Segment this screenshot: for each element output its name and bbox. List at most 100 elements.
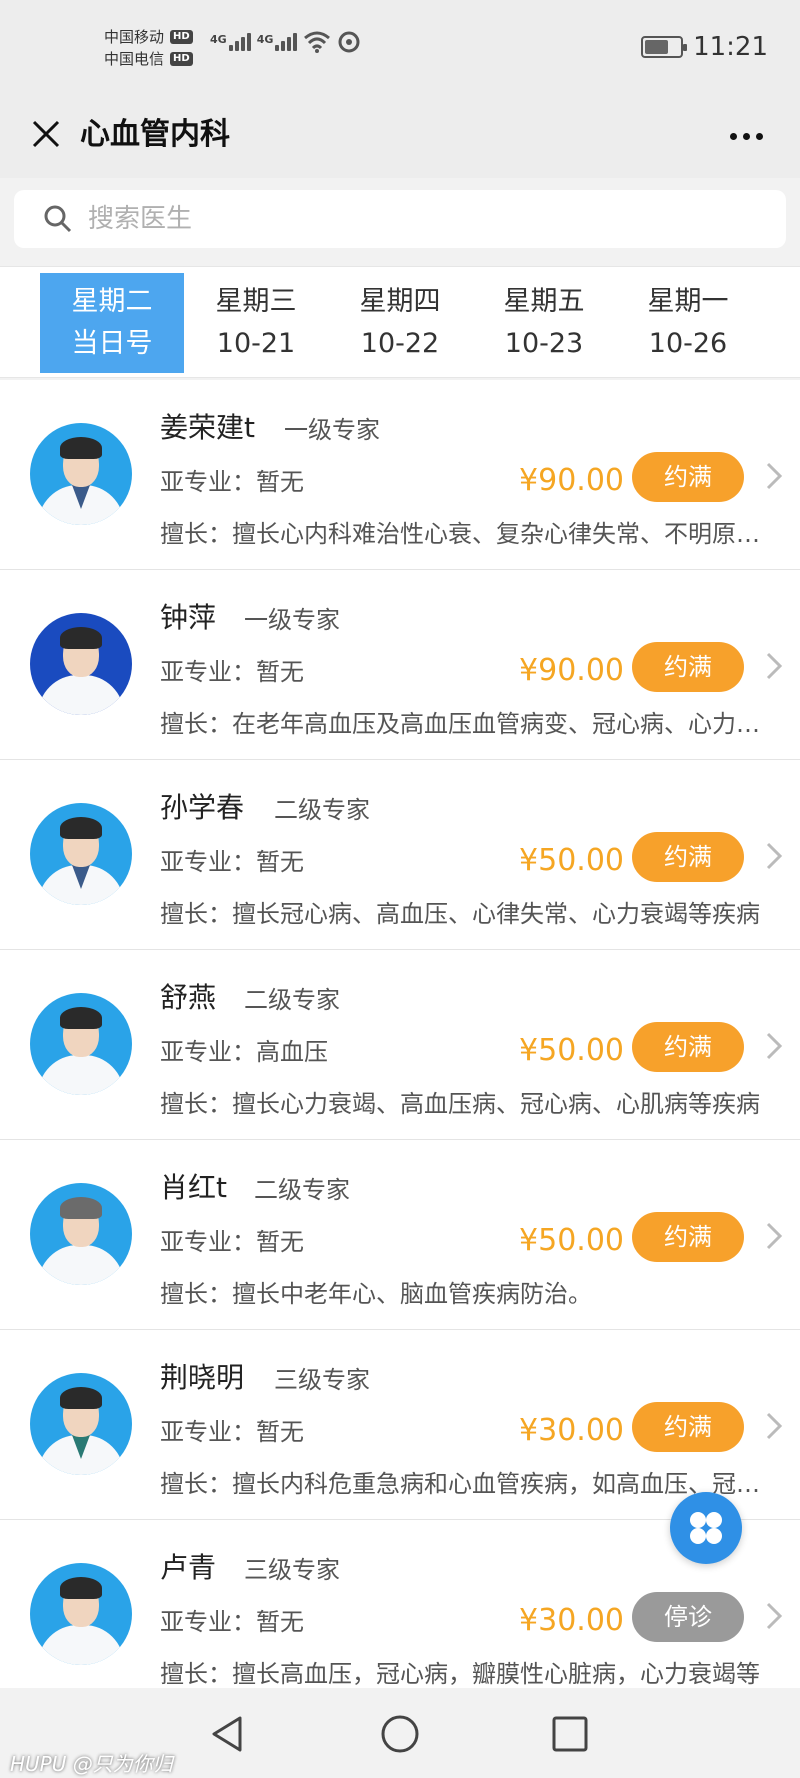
close-button[interactable] (22, 110, 70, 158)
avatar (30, 1183, 132, 1285)
home-icon[interactable] (378, 1712, 422, 1756)
doctor-subspecialty: 亚专业：暂无 (160, 1418, 304, 1446)
doctor-level: 一级专家 (244, 606, 340, 634)
avatar (30, 423, 132, 525)
doctor-expertise: 擅长：擅长内科危重急病和心血管疾病，如高血压、冠心病 (160, 1470, 760, 1498)
signal-icon: 4G (257, 33, 298, 51)
doctor-price: ¥50.00 (519, 843, 624, 878)
tab-date: 10-22 (360, 328, 440, 359)
doctor-level: 一级专家 (284, 416, 380, 444)
avatar (30, 613, 132, 715)
more-button[interactable] (716, 116, 776, 156)
search-icon (44, 205, 72, 233)
watermark: HUPU @只为你归 (10, 1752, 173, 1776)
doctor-name: 钟萍 (160, 601, 217, 634)
doctor-price: ¥50.00 (519, 1223, 624, 1258)
grid-icon (690, 1512, 722, 1544)
more-icon (729, 132, 737, 140)
close-icon (32, 120, 60, 148)
chevron-right-icon (766, 652, 783, 680)
status-button-full[interactable]: 约满 (632, 832, 744, 882)
doctor-row[interactable]: 舒燕 二级专家 亚专业：高血压 ¥50.00 约满 擅长：擅长心力衰竭、高血压病… (0, 950, 800, 1140)
doctor-expertise: 擅长：在老年高血压及高血压血管病变、冠心病、心力衰竭等 (160, 710, 760, 738)
doctor-subspecialty: 亚专业：暂无 (160, 658, 304, 686)
avatar (30, 803, 132, 905)
doctor-name: 舒燕 (160, 981, 217, 1014)
page-title: 心血管内科 (80, 117, 230, 152)
doctor-subspecialty: 亚专业：暂无 (160, 848, 304, 876)
carrier-2: 中国电信 (104, 50, 165, 68)
nav-bar: 心血管内科 (0, 92, 800, 178)
status-bar: 中国移动 HD 中国电信 HD 4G 4G 11:21 (0, 0, 800, 92)
tab-friday[interactable]: 星期五 10-23 (472, 273, 616, 373)
recents-icon[interactable] (548, 1712, 592, 1756)
doctor-price: ¥50.00 (519, 1033, 624, 1068)
doctor-name: 姜荣建t (160, 411, 255, 444)
floating-menu-button[interactable] (670, 1492, 742, 1564)
tab-day: 星期四 (359, 286, 441, 317)
wifi-icon (304, 31, 331, 53)
doctor-name: 荆晓明 (160, 1361, 245, 1394)
doctor-expertise: 擅长：擅长心内科难治性心衰、复杂心律失常、不明原因胸痛等 (160, 520, 760, 548)
avatar (30, 993, 132, 1095)
status-right: 11:21 (641, 32, 768, 62)
doctor-expertise: 擅长：擅长心力衰竭、高血压病、冠心病、心肌病等疾病 (160, 1090, 760, 1118)
doctor-level: 二级专家 (254, 1176, 350, 1204)
tab-tuesday[interactable]: 星期二 当日号 (40, 273, 184, 373)
back-icon[interactable] (206, 1712, 250, 1756)
carrier-info: 中国移动 HD 中国电信 HD (104, 26, 193, 70)
signal-icon: 4G (210, 33, 251, 51)
netease-icon (338, 31, 360, 53)
status-button-stopped[interactable]: 停诊 (632, 1592, 744, 1642)
tab-date: 10-23 (504, 328, 584, 359)
tab-date: 10-21 (216, 328, 296, 359)
doctor-expertise: 擅长：擅长高血压，冠心病，瓣膜性心脏病，心力衰竭等 (160, 1660, 760, 1688)
doctor-name: 卢青 (160, 1551, 217, 1584)
doctor-row[interactable]: 姜荣建t 一级专家 亚专业：暂无 ¥90.00 约满 擅长：擅长心内科难治性心衰… (0, 380, 800, 570)
status-button-full[interactable]: 约满 (632, 1402, 744, 1452)
doctor-name: 肖红t (160, 1171, 227, 1204)
tab-day: 星期五 (503, 286, 585, 317)
doctor-row[interactable]: 荆晓明 三级专家 亚专业：暂无 ¥30.00 约满 擅长：擅长内科危重急病和心血… (0, 1330, 800, 1520)
doctor-row[interactable]: 孙学春 二级专家 亚专业：暂无 ¥50.00 约满 擅长：擅长冠心病、高血压、心… (0, 760, 800, 950)
avatar (30, 1373, 132, 1475)
tab-date: 10-26 (648, 328, 728, 359)
search-input[interactable] (88, 204, 688, 234)
status-button-full[interactable]: 约满 (632, 1212, 744, 1262)
chevron-right-icon (766, 842, 783, 870)
status-button-full[interactable]: 约满 (632, 452, 744, 502)
doctor-expertise: 擅长：擅长冠心病、高血压、心律失常、心力衰竭等疾病 (160, 900, 760, 928)
date-tabs: 星期二 当日号 星期三 10-21 星期四 10-22 星期五 10-23 星期… (0, 266, 800, 378)
doctor-name: 孙学春 (160, 791, 245, 824)
tab-day: 星期一 (647, 286, 729, 317)
tab-date: 当日号 (71, 328, 153, 359)
doctor-price: ¥30.00 (519, 1413, 624, 1448)
doctor-price: ¥90.00 (519, 653, 624, 688)
doctor-level: 三级专家 (244, 1556, 340, 1584)
signal-indicators: 4G 4G (210, 30, 361, 54)
hd-badge: HD (170, 52, 193, 66)
tab-wednesday[interactable]: 星期三 10-21 (184, 273, 328, 373)
search-box[interactable] (14, 190, 786, 248)
tab-thursday[interactable]: 星期四 10-22 (328, 273, 472, 373)
doctor-subspecialty: 亚专业：高血压 (160, 1038, 328, 1066)
status-button-full[interactable]: 约满 (632, 1022, 744, 1072)
carrier-1: 中国移动 (104, 28, 165, 46)
doctor-price: ¥90.00 (519, 463, 624, 498)
doctor-row[interactable]: 钟萍 一级专家 亚专业：暂无 ¥90.00 约满 擅长：在老年高血压及高血压血管… (0, 570, 800, 760)
chevron-right-icon (766, 1412, 783, 1440)
doctor-level: 三级专家 (274, 1366, 370, 1394)
clock: 11:21 (693, 32, 768, 62)
tab-monday[interactable]: 星期一 10-26 (616, 273, 760, 373)
doctor-row[interactable]: 肖红t 二级专家 亚专业：暂无 ¥50.00 约满 擅长：擅长中老年心、脑血管疾… (0, 1140, 800, 1330)
search-area (0, 178, 800, 266)
battery-icon (641, 36, 688, 58)
doctor-subspecialty: 亚专业：暂无 (160, 468, 304, 496)
tab-day: 星期二 (71, 286, 153, 317)
doctor-price: ¥30.00 (519, 1603, 624, 1638)
doctor-level: 二级专家 (244, 986, 340, 1014)
hd-badge: HD (170, 30, 193, 44)
doctor-expertise: 擅长：擅长中老年心、脑血管疾病防治。 (160, 1280, 592, 1308)
status-button-full[interactable]: 约满 (632, 642, 744, 692)
chevron-right-icon (766, 1032, 783, 1060)
